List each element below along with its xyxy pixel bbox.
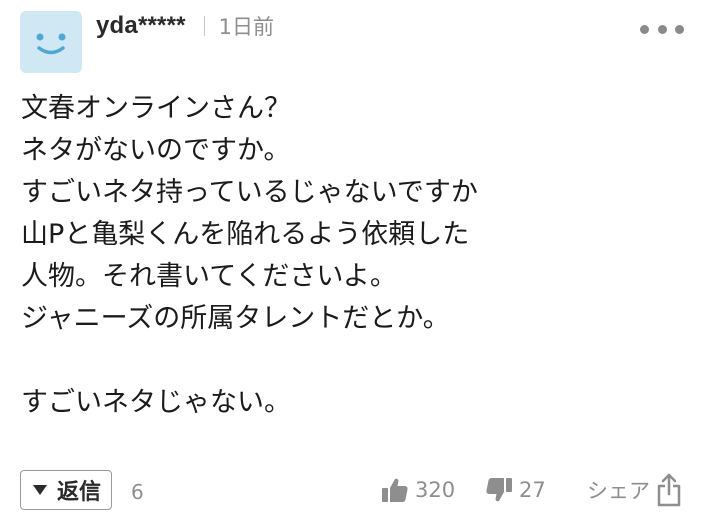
thumbs-up-icon xyxy=(382,478,408,502)
comment-line: すごいネタじゃない。 xyxy=(21,387,291,418)
comment-line: 文春オンラインさん？ xyxy=(21,93,291,124)
dislike-button[interactable]: 27 xyxy=(485,474,546,506)
share-icon xyxy=(657,473,681,507)
comment-line: 山Pと亀梨くんを陥れるよう依頼した xyxy=(21,219,470,250)
more-dots-icon xyxy=(640,24,649,34)
comment-line: ネタがないのですか。 xyxy=(21,135,291,166)
dislike-count: 27 xyxy=(519,478,546,502)
comment-line: ジャニーズの所属タレントだとか。 xyxy=(21,303,450,334)
username[interactable]: yda***** xyxy=(96,12,186,40)
more-dots-icon xyxy=(675,24,684,34)
comment-footer: 返信 6 320 27 シェア xyxy=(0,466,719,516)
thumbs-down-icon xyxy=(486,478,512,502)
more-dots-icon xyxy=(657,24,667,34)
reply-button[interactable]: 返信 xyxy=(20,470,113,510)
smiley-face-icon xyxy=(36,33,66,55)
share-label: シェア xyxy=(587,479,650,503)
comment-line-blank xyxy=(21,340,701,382)
more-options-button[interactable] xyxy=(640,18,684,40)
avatar[interactable] xyxy=(20,11,82,73)
comment-line: すごいネタ持っているじゃないですか xyxy=(21,177,478,208)
comment-body: 文春オンラインさん？ ネタがないのですか。 すごいネタ持っているじゃないですか … xyxy=(21,88,701,424)
comment-line: 人物。それ書いてくださいよ。 xyxy=(21,261,397,292)
comment-card: yda***** 1日前 文春オンラインさん？ ネタがないのですか。 すごいネタ… xyxy=(0,0,719,531)
header-divider xyxy=(203,16,205,36)
timestamp: 1日前 xyxy=(218,15,275,39)
reply-count: 6 xyxy=(131,480,144,504)
like-count: 320 xyxy=(415,478,456,502)
share-button[interactable]: シェア xyxy=(587,470,682,510)
reply-label: 返信 xyxy=(57,480,102,505)
comment-header: yda***** 1日前 xyxy=(96,10,274,42)
triangle-down-icon xyxy=(33,485,47,495)
like-button[interactable]: 320 xyxy=(381,474,455,506)
